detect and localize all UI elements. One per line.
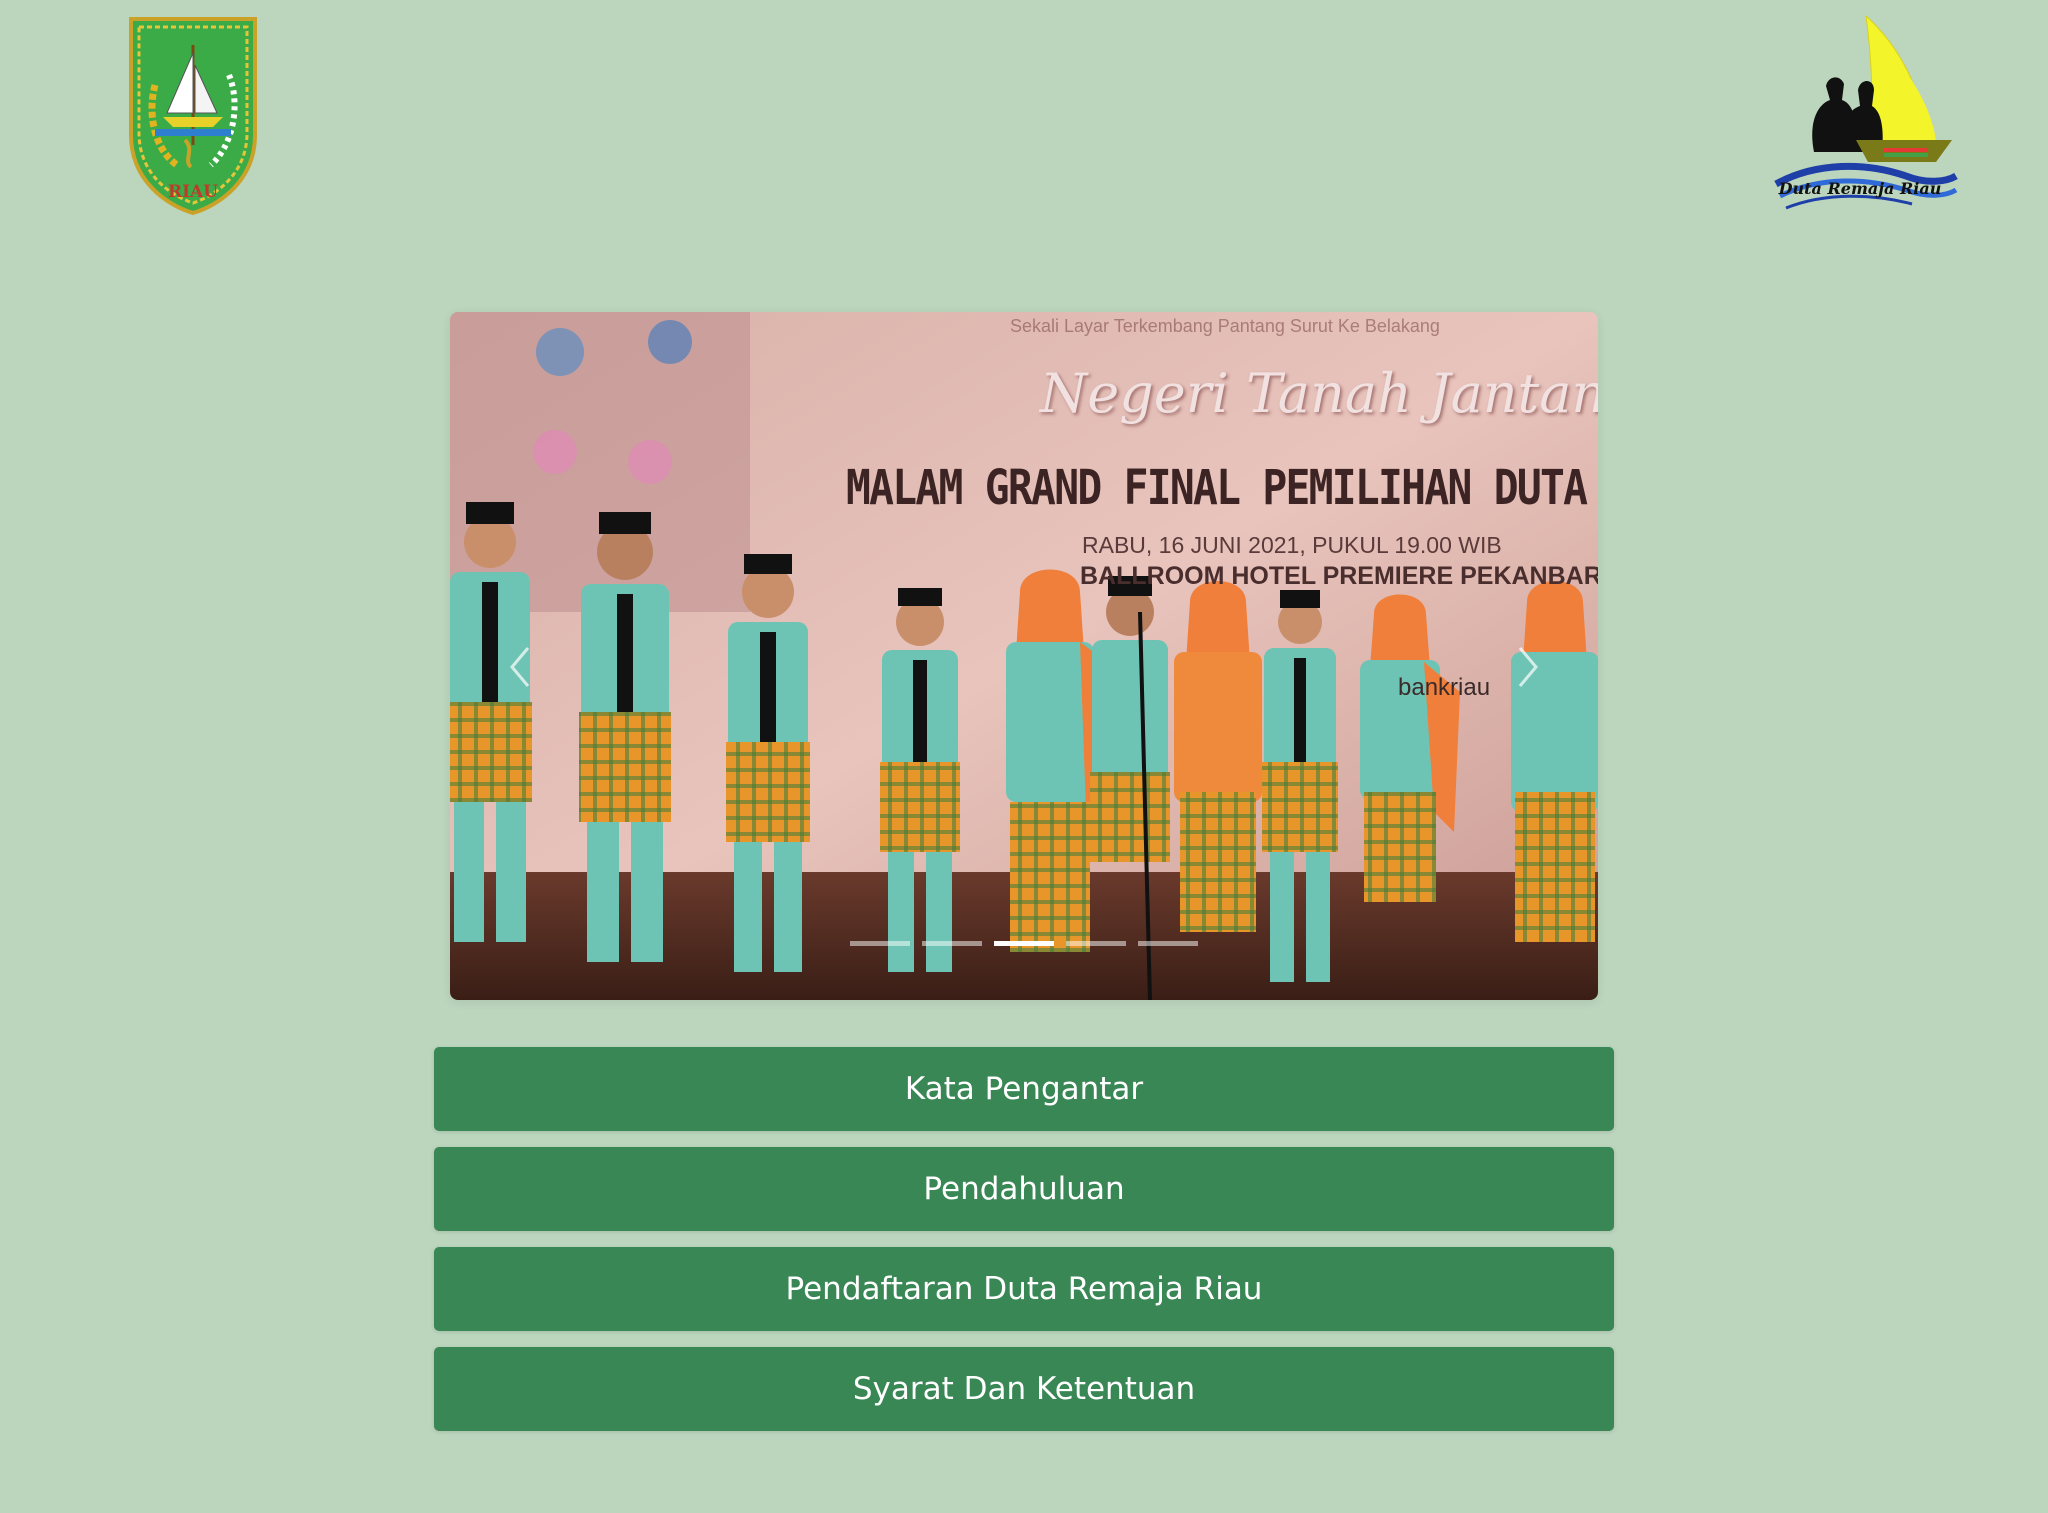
carousel-indicator[interactable] [1138, 941, 1198, 946]
syarat-ketentuan-button[interactable]: Syarat Dan Ketentuan [434, 1347, 1614, 1431]
pendahuluan-button[interactable]: Pendahuluan [434, 1147, 1614, 1231]
kata-pengantar-button[interactable]: Kata Pengantar [434, 1047, 1614, 1131]
chevron-right-icon [1518, 647, 1538, 687]
duta-remaja-riau-logo: Duta Remaja Riau [1756, 12, 1964, 222]
logo-right-text: Duta Remaja Riau [1778, 179, 1942, 198]
photo-carousel[interactable]: Sekali Layar Terkembang Pantang Surut Ke… [450, 312, 1598, 1000]
riau-emblem-logo: RIAU [125, 15, 261, 217]
pendaftaran-button[interactable]: Pendaftaran Duta Remaja Riau [434, 1247, 1614, 1331]
carousel-slide-image [450, 312, 1598, 1000]
chevron-left-icon [510, 647, 530, 687]
carousel-indicator[interactable] [1066, 941, 1126, 946]
carousel-indicator[interactable] [922, 941, 982, 946]
carousel-next-button[interactable] [1508, 632, 1548, 702]
main-menu: Kata Pengantar Pendahuluan Pendaftaran D… [434, 1047, 1614, 1447]
carousel-indicator-active[interactable] [994, 941, 1054, 946]
carousel-indicator[interactable] [850, 941, 910, 946]
logo-left-text: RIAU [168, 182, 218, 202]
carousel-indicators [850, 941, 1198, 946]
carousel-prev-button[interactable] [500, 632, 540, 702]
